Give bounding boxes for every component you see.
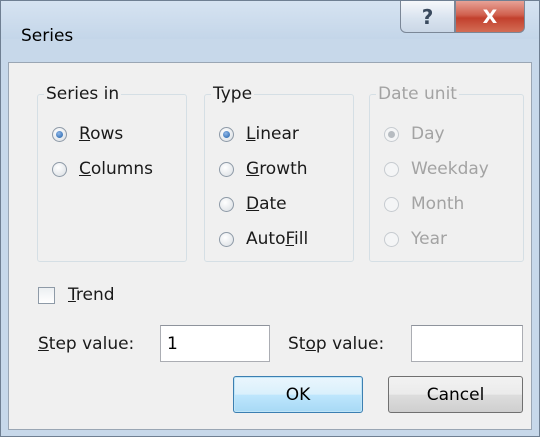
day-radio[interactable] bbox=[384, 126, 399, 142]
rows-radio[interactable] bbox=[52, 126, 67, 142]
type-autofill-option[interactable]: AutoFill bbox=[219, 228, 308, 250]
ok-button[interactable]: OK bbox=[233, 376, 363, 413]
date-unit-weekday-option[interactable]: Weekday bbox=[384, 158, 489, 180]
date-unit-month-option[interactable]: Month bbox=[384, 193, 464, 215]
autofill-label: AutoFill bbox=[246, 229, 309, 249]
title-bar[interactable]: Series ? X bbox=[1, 1, 539, 45]
columns-radio[interactable] bbox=[52, 161, 67, 177]
stop-value-label: Stop value: bbox=[288, 334, 385, 354]
month-label: Month bbox=[411, 194, 465, 214]
series-in-group: Series in Rows Columns bbox=[37, 84, 187, 262]
dialog-title: Series bbox=[21, 26, 74, 46]
month-radio[interactable] bbox=[384, 196, 399, 212]
dialog-body: Series in Rows Columns Type Linear Growt… bbox=[8, 62, 532, 430]
series-dialog: Series ? X Series in Rows Columns Type L… bbox=[0, 0, 540, 437]
year-label: Year bbox=[411, 229, 447, 249]
close-icon: X bbox=[482, 5, 498, 28]
columns-label: Columns bbox=[79, 159, 153, 179]
trend-checkbox[interactable] bbox=[38, 286, 55, 304]
type-date-option[interactable]: Date bbox=[219, 193, 287, 215]
series-in-columns-option[interactable]: Columns bbox=[52, 158, 153, 180]
trend-option[interactable]: Trend bbox=[38, 284, 115, 306]
type-growth-option[interactable]: Growth bbox=[219, 158, 308, 180]
type-linear-option[interactable]: Linear bbox=[219, 123, 299, 145]
close-button[interactable]: X bbox=[455, 1, 525, 33]
cancel-button[interactable]: Cancel bbox=[388, 376, 523, 413]
help-button[interactable]: ? bbox=[400, 1, 455, 33]
year-radio[interactable] bbox=[384, 231, 399, 247]
type-group: Type Linear Growth Date AutoFill bbox=[204, 84, 354, 262]
autofill-radio[interactable] bbox=[219, 231, 234, 247]
linear-label: Linear bbox=[246, 124, 299, 144]
weekday-radio[interactable] bbox=[384, 161, 399, 177]
help-icon: ? bbox=[421, 4, 434, 29]
rows-label: Rows bbox=[79, 124, 124, 144]
linear-radio[interactable] bbox=[219, 126, 234, 142]
stop-value-input[interactable] bbox=[411, 325, 523, 362]
series-in-rows-option[interactable]: Rows bbox=[52, 123, 123, 145]
date-unit-year-option[interactable]: Year bbox=[384, 228, 447, 250]
date-radio[interactable] bbox=[219, 196, 234, 212]
step-value-label: Step value: bbox=[38, 334, 135, 354]
step-value-input[interactable] bbox=[160, 325, 270, 362]
date-label: Date bbox=[246, 194, 287, 214]
date-unit-day-option[interactable]: Day bbox=[384, 123, 445, 145]
date-unit-group: Date unit Day Weekday Month Year bbox=[369, 84, 524, 262]
series-in-legend: Series in bbox=[44, 84, 122, 104]
type-legend: Type bbox=[211, 84, 255, 104]
date-unit-legend: Date unit bbox=[376, 84, 459, 104]
trend-label: Trend bbox=[68, 285, 115, 305]
weekday-label: Weekday bbox=[411, 159, 489, 179]
growth-label: Growth bbox=[246, 159, 308, 179]
day-label: Day bbox=[411, 124, 445, 144]
growth-radio[interactable] bbox=[219, 161, 234, 177]
